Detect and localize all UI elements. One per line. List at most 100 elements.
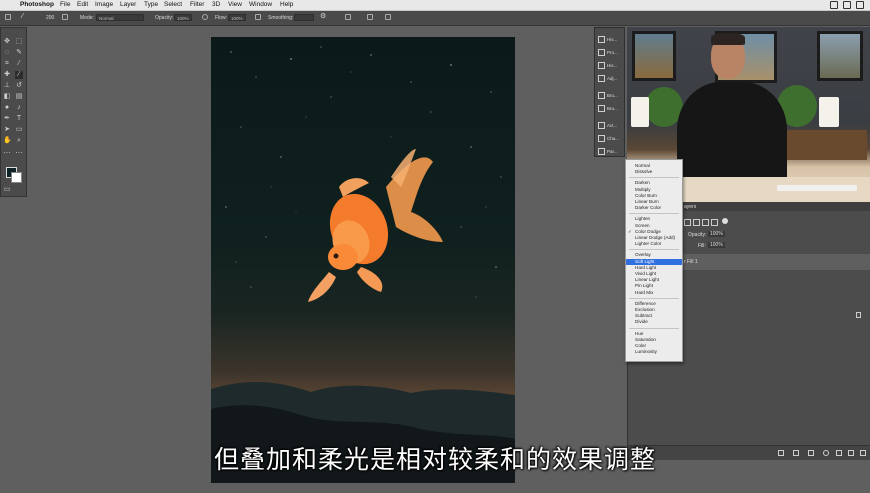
panel-history[interactable]: His...: [598, 34, 624, 46]
edit-toolbar-icon[interactable]: ⋯: [3, 150, 11, 158]
blend-mode-option[interactable]: Exclusion: [626, 307, 682, 313]
menu-view[interactable]: View: [228, 0, 242, 10]
panel-brush-settings[interactable]: Bru...: [598, 103, 624, 115]
pressure-icon[interactable]: [202, 14, 208, 20]
blend-mode-option[interactable]: Hard Mix: [626, 290, 682, 296]
blend-mode-option[interactable]: Lighter Color: [626, 241, 682, 247]
history-brush-icon[interactable]: ↺: [15, 82, 23, 90]
gear-icon[interactable]: ⚙: [320, 12, 326, 20]
quick-select-tool-icon[interactable]: ✎: [15, 49, 23, 57]
more-tools-icon[interactable]: ⋯: [15, 150, 23, 158]
lasso-tool-icon[interactable]: ◌: [3, 49, 11, 57]
menu-help[interactable]: Help: [280, 0, 293, 10]
symmetry-icon[interactable]: [385, 14, 391, 20]
blend-mode-option[interactable]: Dissolve: [626, 169, 682, 175]
blend-mode-option[interactable]: Overlay: [626, 252, 682, 258]
workspace-icon[interactable]: [843, 1, 851, 9]
tab-layers[interactable]: ayers: [684, 204, 696, 210]
blend-mode-option[interactable]: Subtract: [626, 313, 682, 319]
brush-panel-icon[interactable]: [62, 14, 68, 20]
blend-mode-option[interactable]: Screen: [626, 223, 682, 229]
background-color-swatch[interactable]: [11, 172, 22, 183]
screen-mode-icon[interactable]: ▭: [3, 186, 11, 194]
blur-tool-icon[interactable]: ●: [3, 104, 11, 112]
app-menu-photoshop[interactable]: Photoshop: [20, 0, 54, 10]
panel-actions[interactable]: Act...: [598, 120, 624, 132]
blend-mode-option[interactable]: Lighten: [626, 216, 682, 222]
panel-character[interactable]: Cha...: [598, 133, 624, 145]
menu-layer[interactable]: Layer: [120, 0, 136, 10]
blend-mode-option[interactable]: Luminosity: [626, 349, 682, 355]
path-select-icon[interactable]: ➤: [3, 126, 11, 134]
panel-adjustments[interactable]: Adj...: [598, 73, 624, 85]
pressure-size-icon[interactable]: [367, 14, 373, 20]
angle-icon[interactable]: [345, 14, 351, 20]
pen-tool-icon[interactable]: ✒: [3, 115, 11, 123]
blend-mode-option[interactable]: Difference: [626, 301, 682, 307]
blend-mode-option[interactable]: Linear Light: [626, 277, 682, 283]
blend-mode-option[interactable]: Darken: [626, 180, 682, 186]
flow-field[interactable]: 100%: [228, 14, 246, 21]
blend-mode-option[interactable]: Hue: [626, 331, 682, 337]
blend-mode-option[interactable]: Pin Light: [626, 283, 682, 289]
menu-select[interactable]: Select: [164, 0, 182, 10]
blend-mode-option[interactable]: Normal: [626, 163, 682, 169]
dodge-tool-icon[interactable]: ♪: [15, 104, 23, 112]
mode-dropdown[interactable]: Normal: [96, 14, 144, 21]
blend-mode-option[interactable]: Hard Light: [626, 265, 682, 271]
eraser-tool-icon[interactable]: ◧: [3, 93, 11, 101]
filter-adjust-icon[interactable]: [693, 219, 700, 226]
blend-mode-option[interactable]: Vivid Light: [626, 271, 682, 277]
type-tool-icon[interactable]: T: [15, 115, 23, 123]
share-icon[interactable]: [856, 1, 864, 9]
blend-mode-option[interactable]: Linear Burn: [626, 199, 682, 205]
menu-3d[interactable]: 3D: [212, 0, 220, 10]
blend-mode-option[interactable]: Multiply: [626, 187, 682, 193]
smoothing-field[interactable]: [294, 14, 314, 21]
menu-filter[interactable]: Filter: [190, 0, 204, 10]
opacity-field[interactable]: 100%: [174, 14, 192, 21]
document-canvas[interactable]: [211, 37, 515, 483]
blend-mode-option[interactable]: Darker Color: [626, 205, 682, 211]
healing-tool-icon[interactable]: ✚: [3, 71, 11, 79]
move-tool-icon[interactable]: ✥: [3, 38, 11, 46]
layer-fill-field[interactable]: 100%: [708, 242, 725, 248]
crop-tool-icon[interactable]: ⌗: [3, 60, 11, 68]
airbrush-icon[interactable]: [255, 14, 261, 20]
blend-mode-option[interactable]: Divide: [626, 319, 682, 325]
brush-tool-icon[interactable]: ⁄: [15, 71, 23, 79]
hand-tool-icon[interactable]: ✋: [3, 137, 12, 145]
panel-histogram[interactable]: His...: [598, 60, 624, 72]
brush-icon[interactable]: ⁄: [22, 13, 23, 20]
filter-shape-icon[interactable]: [711, 219, 718, 226]
filter-type-icon[interactable]: [702, 219, 709, 226]
brush-size[interactable]: 200: [46, 15, 54, 21]
blend-mode-option[interactable]: Linear Dodge (Add): [626, 235, 682, 241]
blend-mode-option[interactable]: Soft Light: [626, 258, 682, 265]
layer-name[interactable]: r Fill 1: [684, 259, 698, 265]
shape-tool-icon[interactable]: ▭: [15, 126, 23, 134]
panel-paragraph[interactable]: Par...: [598, 146, 624, 158]
lock-icon[interactable]: [856, 312, 861, 318]
filter-toggle-icon[interactable]: [722, 218, 728, 224]
marquee-tool-icon[interactable]: ⬚: [15, 38, 23, 46]
blend-mode-option[interactable]: Color Burn: [626, 193, 682, 199]
filter-pixel-icon[interactable]: [684, 219, 691, 226]
gradient-tool-icon[interactable]: ▤: [15, 93, 23, 101]
zoom-tool-icon[interactable]: ⌕: [15, 137, 23, 145]
eyedropper-tool-icon[interactable]: ⁄: [15, 60, 23, 68]
blend-mode-option[interactable]: ✓ Color Dodge: [626, 229, 682, 235]
blend-mode-option[interactable]: Saturation: [626, 337, 682, 343]
layer-opacity-field[interactable]: 100%: [708, 231, 725, 237]
panel-properties[interactable]: Pro...: [598, 47, 624, 59]
home-icon[interactable]: [5, 14, 11, 20]
blend-mode-option[interactable]: Color: [626, 343, 682, 349]
menu-image[interactable]: Image: [95, 0, 113, 10]
stamp-tool-icon[interactable]: ⊥: [3, 82, 11, 90]
menu-type[interactable]: Type: [144, 0, 158, 10]
search-icon[interactable]: [830, 1, 838, 9]
menu-file[interactable]: File: [60, 0, 70, 10]
menu-edit[interactable]: Edit: [77, 0, 88, 10]
menu-window[interactable]: Window: [249, 0, 272, 10]
panel-brushes[interactable]: Bru...: [598, 90, 624, 102]
